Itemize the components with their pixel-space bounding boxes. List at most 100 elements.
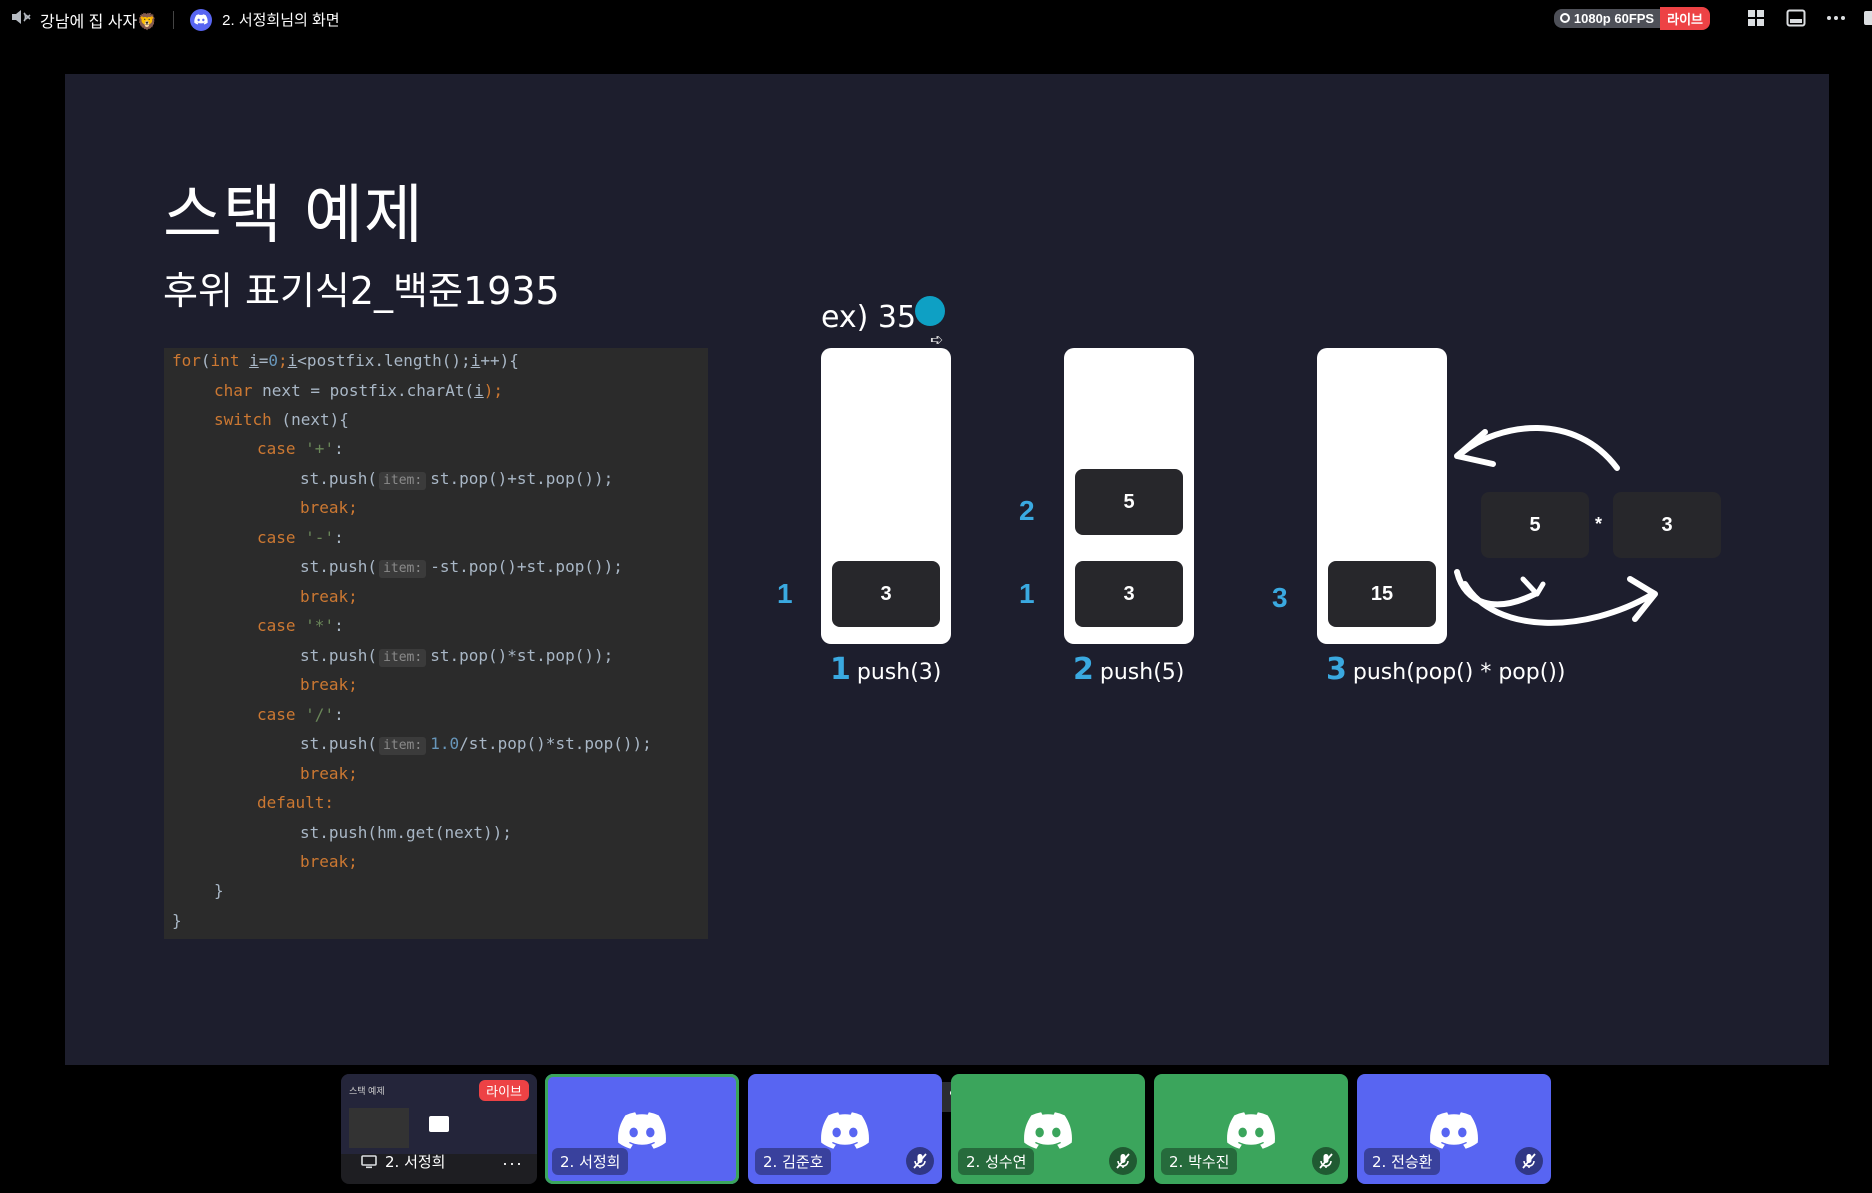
- stack-cell: 15: [1328, 561, 1436, 627]
- stack-level-label: 3: [1272, 582, 1288, 613]
- stack-level-label: 1: [777, 578, 793, 609]
- inbox-icon[interactable]: [1862, 6, 1872, 30]
- code-line: }: [172, 911, 182, 930]
- code-token: case: [257, 439, 296, 458]
- muted-mic-icon: [906, 1147, 934, 1175]
- participant-tile[interactable]: 2. 서정희: [545, 1074, 739, 1184]
- code-token: i: [470, 351, 481, 370]
- grid-layout-icon[interactable]: [1742, 6, 1770, 30]
- code-line: break;: [300, 852, 358, 871]
- discord-avatar-icon: [190, 8, 213, 31]
- stream-title: 2. 서정희님의 화면: [222, 12, 340, 29]
- step-number: 3: [1326, 652, 1347, 687]
- step-number: 1: [830, 652, 851, 687]
- more-options-icon[interactable]: [1822, 6, 1850, 30]
- code-token: '+': [305, 439, 335, 458]
- code-token: st.push(: [300, 557, 378, 576]
- code-line: st.push(item: st.pop()*st.pop());: [300, 643, 613, 669]
- code-token: st.push(: [300, 469, 378, 488]
- code-line: for(int i=0;i<postfix.length();i++){: [172, 351, 519, 370]
- tile-label: 2. 서정희: [361, 1151, 445, 1172]
- code-token: :: [334, 439, 344, 458]
- live-badge: 라이브: [1660, 6, 1710, 30]
- code-line: case '/':: [257, 702, 344, 728]
- code-token: 1.0: [430, 734, 460, 753]
- stack-level-label: 1: [1019, 578, 1035, 609]
- code-token: '*': [305, 616, 335, 635]
- participant-tile[interactable]: 2. 김준호: [748, 1074, 942, 1184]
- code-line: case '-':: [257, 525, 344, 551]
- code-token: );: [483, 381, 503, 400]
- code-token: int: [210, 351, 240, 370]
- muted-mic-icon: [1312, 1147, 1340, 1175]
- parameter-hint: item:: [379, 649, 427, 667]
- code-token: :: [334, 705, 344, 724]
- participant-tile[interactable]: 2. 박수진: [1154, 1074, 1348, 1184]
- pointer-highlight: [915, 296, 945, 326]
- screen-share-preview-tile[interactable]: 스택 예제 라이브 2. 서정희 ···: [341, 1074, 537, 1184]
- participant-name: 2. 전승환: [1364, 1148, 1441, 1175]
- cursor-icon: ➪: [930, 332, 944, 349]
- code-token: -st.pop()+st.pop());: [430, 557, 623, 576]
- code-line: switch (next){: [214, 407, 349, 433]
- parameter-hint: item:: [379, 472, 427, 490]
- operator-symbol: *: [1595, 514, 1603, 534]
- parameter-hint: item:: [379, 737, 427, 755]
- participant-name: 2. 김준호: [755, 1148, 832, 1175]
- code-token: (next){: [271, 410, 349, 429]
- camera-icon: [429, 1116, 449, 1132]
- slide-title: 스택 예제: [163, 179, 424, 253]
- step-caption: push(pop() * pop()): [1352, 660, 1566, 685]
- code-token: i: [249, 351, 259, 370]
- stack-cell: 3: [1075, 561, 1183, 627]
- parameter-hint: item:: [379, 560, 427, 578]
- stack-cell: 5: [1075, 469, 1183, 535]
- screen-share-stage[interactable]: 스택 예제 후위 표기식2_백준1935 for(int i=0;i<postf…: [65, 74, 1829, 1065]
- stream-quality-badge: 1080p 60FPS: [1553, 8, 1661, 28]
- voice-channel-icon: [10, 7, 32, 32]
- stack-caption-1: 1 push(3): [830, 652, 941, 687]
- stack-cell: 3: [832, 561, 940, 627]
- stack-diagram-1: 3: [821, 348, 951, 644]
- operand-box-left: 5: [1481, 492, 1589, 558]
- example-expression: ex) 35*: [821, 300, 932, 335]
- code-token: /st.pop()*st.pop());: [459, 734, 652, 753]
- code-token: i: [287, 351, 298, 370]
- code-token: :: [334, 616, 344, 635]
- code-line: st.push(item: -st.pop()+st.pop());: [300, 554, 623, 580]
- code-block: for(int i=0;i<postfix.length();i++){ cha…: [164, 348, 708, 939]
- code-token: st.push(hm.get(next));: [300, 823, 512, 842]
- popout-icon[interactable]: [1782, 6, 1810, 30]
- channel-name[interactable]: 강남에 집 사자🦁: [40, 8, 157, 32]
- divider: [173, 10, 175, 29]
- code-token: st.push(: [300, 646, 378, 665]
- stack-diagram-3: 15: [1317, 348, 1447, 644]
- code-token: 0: [268, 351, 279, 370]
- code-line: case '+':: [257, 436, 344, 462]
- participant-tile[interactable]: 2. 전승환: [1357, 1074, 1551, 1184]
- code-line: break;: [300, 498, 358, 517]
- eye-icon: [1559, 13, 1570, 23]
- code-token: next = postfix.charAt(: [252, 381, 475, 400]
- participant-tile[interactable]: 2. 성수연: [951, 1074, 1145, 1184]
- code-line: break;: [300, 587, 358, 606]
- code-token: case: [257, 705, 296, 724]
- code-line: st.push(hm.get(next));: [300, 820, 512, 846]
- monitor-icon: [361, 1154, 377, 1168]
- step-number: 2: [1073, 652, 1094, 687]
- code-token: =: [258, 351, 269, 370]
- code-line: }: [214, 881, 224, 900]
- code-line: break;: [300, 764, 358, 783]
- stack-level-label: 2: [1019, 495, 1035, 526]
- code-token: case: [257, 616, 296, 635]
- step-caption: push(3): [856, 660, 942, 685]
- more-options-icon[interactable]: ···: [502, 1153, 523, 1174]
- stack-caption-3: 3 push(pop() * pop()): [1326, 652, 1565, 687]
- thumbnail-title: 스택 예제: [349, 1086, 385, 1096]
- muted-mic-icon: [1515, 1147, 1543, 1175]
- code-token: :: [334, 528, 344, 547]
- code-token: for: [172, 351, 201, 370]
- code-token: '-': [305, 528, 335, 547]
- code-token: switch: [214, 410, 272, 429]
- code-token: st.push(: [300, 734, 378, 753]
